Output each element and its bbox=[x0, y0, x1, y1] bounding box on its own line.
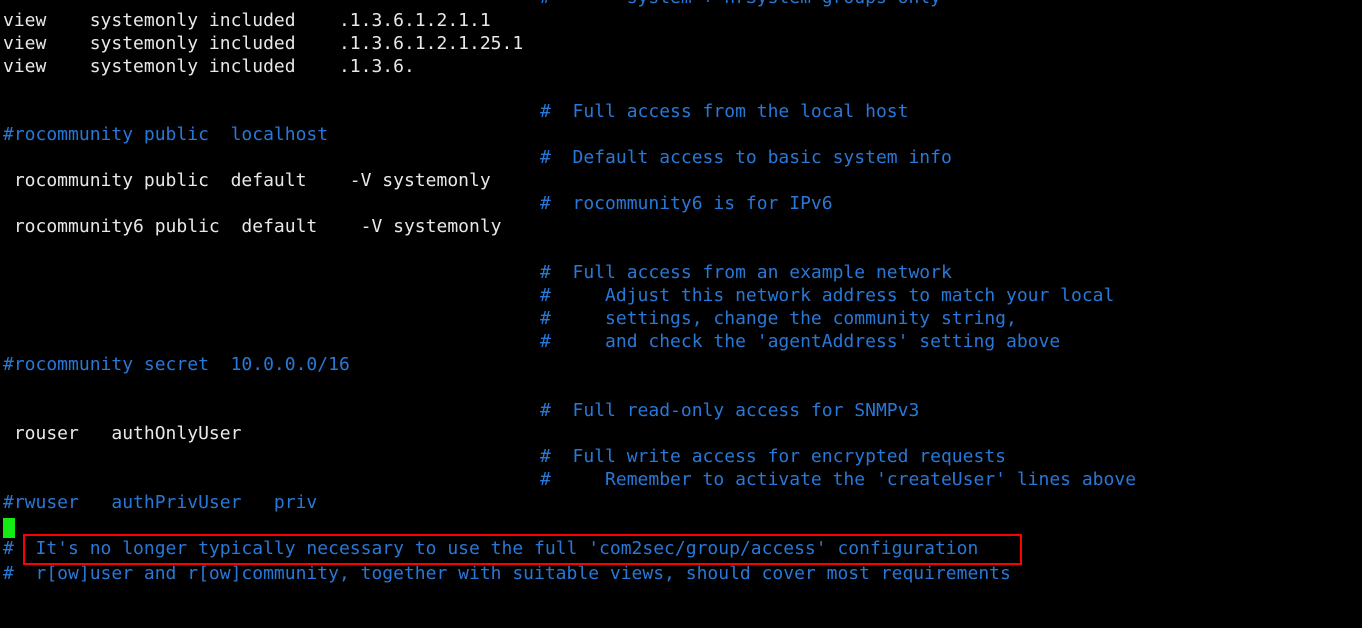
terminal-line-rocommunity-secret: #rocommunity secret 10.0.0.0/16 bbox=[3, 354, 350, 375]
terminal-line-comment-full-readonly-v3: # Full read-only access for SNMPv3 bbox=[540, 400, 920, 421]
terminal-screen[interactable]: # system + hrSystem groups only view sys… bbox=[0, 0, 1362, 628]
terminal-line-rwuser-authpriv: #rwuser authPrivUser priv bbox=[3, 492, 318, 513]
terminal-line-comment-remember-createuser: # Remember to activate the 'createUser' … bbox=[540, 469, 1137, 490]
terminal-line-comment-full-write: # Full write access for encrypted reques… bbox=[540, 446, 1006, 467]
terminal-line-rocommunity-default: rocommunity public default -V systemonly bbox=[3, 170, 491, 191]
terminal-line-comment-adjust-network: # Adjust this network address to match y… bbox=[540, 285, 1115, 306]
terminal-line-comment-highlighted: # It's no longer typically necessary to … bbox=[3, 538, 979, 559]
terminal-line-comment-rocommunity6-ipv6: # rocommunity6 is for IPv6 bbox=[540, 193, 833, 214]
terminal-line-rocommunity6-default: rocommunity6 public default -V systemonl… bbox=[3, 216, 502, 237]
terminal-line-clipped-top-comment: # system + hrSystem groups only bbox=[540, 0, 941, 9]
terminal-line-view-1: view systemonly included .1.3.6.1.2.1.1 bbox=[3, 10, 491, 31]
terminal-line-comment-full-access-local: # Full access from the local host bbox=[540, 101, 909, 122]
terminal-line-comment-settings-change: # settings, change the community string, bbox=[540, 308, 1017, 329]
terminal-line-view-3: view systemonly included .1.3.6. bbox=[3, 56, 415, 77]
terminal-line-comment-agent-address: # and check the 'agentAddress' setting a… bbox=[540, 331, 1061, 352]
terminal-line-rocommunity-localhost: #rocommunity public localhost bbox=[3, 124, 329, 145]
terminal-line-comment-full-access-network: # Full access from an example network bbox=[540, 262, 952, 283]
terminal-cursor bbox=[3, 518, 15, 538]
terminal-line-view-2: view systemonly included .1.3.6.1.2.1.25… bbox=[3, 33, 524, 54]
terminal-line-comment-default-access: # Default access to basic system info bbox=[540, 147, 952, 168]
terminal-line-rouser-authonly: rouser authOnlyUser bbox=[3, 423, 242, 444]
terminal-line-comment-rowuser: # r[ow]user and r[ow]community, together… bbox=[3, 563, 1011, 584]
